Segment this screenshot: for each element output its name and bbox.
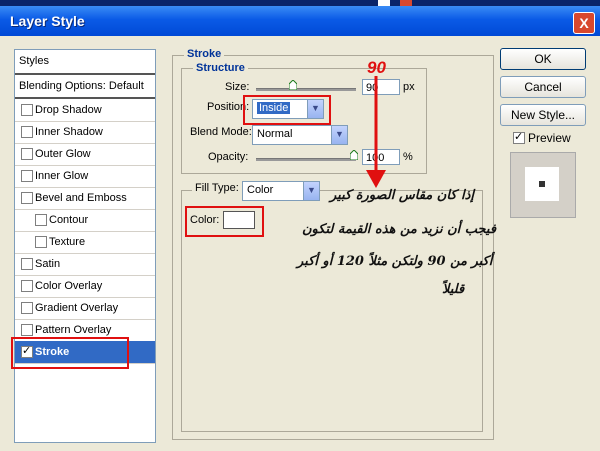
style-item-label: Gradient Overlay bbox=[35, 302, 119, 314]
close-button[interactable]: X bbox=[573, 12, 595, 34]
checkbox[interactable] bbox=[35, 236, 47, 248]
fill-type-select[interactable]: Color ▼ bbox=[242, 181, 320, 201]
size-slider-track[interactable] bbox=[256, 88, 356, 91]
annotation-box-color bbox=[185, 206, 264, 237]
styles-header-label: Styles bbox=[19, 55, 49, 67]
styles-list: Styles Blending Options: Default Drop Sh… bbox=[14, 49, 156, 443]
checkbox[interactable] bbox=[21, 302, 33, 314]
window-title: Layer Style bbox=[10, 13, 85, 29]
annotation-line-4: قليلاً bbox=[442, 282, 465, 297]
chevron-down-icon[interactable]: ▼ bbox=[331, 126, 347, 144]
style-item-label: Outer Glow bbox=[35, 148, 91, 160]
annotation-box-stroke bbox=[11, 337, 129, 369]
blending-options-label: Blending Options: Default bbox=[19, 80, 144, 92]
fill-type-value: Color bbox=[247, 184, 274, 196]
ok-button[interactable]: OK bbox=[500, 48, 586, 70]
blend-mode-label: Blend Mode: bbox=[190, 126, 252, 138]
blending-options[interactable]: Blending Options: Default bbox=[15, 75, 155, 99]
checkbox[interactable] bbox=[21, 280, 33, 292]
checkbox[interactable] bbox=[35, 214, 47, 226]
preview-sample-center bbox=[539, 181, 545, 187]
style-item-inner-glow[interactable]: Inner Glow bbox=[15, 165, 155, 188]
opacity-slider-thumb[interactable] bbox=[350, 150, 358, 160]
annotation-arrow-icon bbox=[366, 76, 386, 188]
checkbox[interactable] bbox=[21, 170, 33, 182]
annotation-number: 90 bbox=[367, 58, 386, 77]
annotation-box-position bbox=[243, 95, 331, 125]
style-item-texture[interactable]: Texture bbox=[15, 231, 155, 254]
fill-type-label: Fill Type: bbox=[192, 182, 242, 194]
checkbox[interactable] bbox=[21, 126, 33, 138]
style-item-outer-glow[interactable]: Outer Glow bbox=[15, 143, 155, 166]
styles-header[interactable]: Styles bbox=[15, 50, 155, 75]
style-item-label: Drop Shadow bbox=[35, 104, 102, 116]
style-item-label: Texture bbox=[49, 236, 86, 248]
size-unit: px bbox=[403, 81, 415, 93]
style-item-label: Inner Glow bbox=[35, 170, 89, 182]
style-item-label: Satin bbox=[35, 258, 61, 270]
blend-mode-select[interactable]: Normal ▼ bbox=[252, 125, 348, 145]
chevron-down-icon[interactable]: ▼ bbox=[303, 182, 319, 200]
style-item-label: Inner Shadow bbox=[35, 126, 103, 138]
new-style-button[interactable]: New Style... bbox=[500, 104, 586, 126]
style-item-contour[interactable]: Contour bbox=[15, 209, 155, 232]
style-item-drop-shadow[interactable]: Drop Shadow bbox=[15, 99, 155, 122]
style-item-label: Bevel and Emboss bbox=[35, 192, 127, 204]
stroke-group-title: Stroke bbox=[184, 48, 225, 60]
style-item-label: Color Overlay bbox=[35, 280, 103, 292]
checkbox[interactable] bbox=[21, 104, 33, 116]
checkbox[interactable] bbox=[21, 148, 33, 160]
preview-checkbox[interactable] bbox=[513, 130, 525, 144]
style-item-label: Pattern Overlay bbox=[35, 324, 112, 336]
opacity-slider-track[interactable] bbox=[256, 158, 356, 161]
style-item-color-overlay[interactable]: Color Overlay bbox=[15, 275, 155, 298]
style-item-bevel-emboss[interactable]: Bevel and Emboss bbox=[15, 187, 155, 210]
size-slider-thumb[interactable] bbox=[289, 80, 297, 90]
annotation-line-2: فيجب أن نزيد من هذه القيمة لتكون bbox=[302, 222, 497, 237]
style-item-satin[interactable]: Satin bbox=[15, 253, 155, 276]
preview-label: Preview bbox=[528, 131, 571, 145]
title-bar bbox=[0, 6, 600, 36]
size-label: Size: bbox=[225, 81, 250, 93]
blend-mode-value: Normal bbox=[257, 128, 293, 140]
checkbox[interactable] bbox=[21, 192, 33, 204]
checkbox[interactable] bbox=[21, 324, 33, 336]
preview-box bbox=[510, 152, 576, 218]
annotation-line-1: إذا كان مقاس الصورة كبير bbox=[330, 188, 475, 203]
opacity-unit: % bbox=[403, 151, 413, 163]
cancel-button[interactable]: Cancel bbox=[500, 76, 586, 98]
annotation-line-3: أكبر من 90 ولتكن مثلاً 120 أو أكبر bbox=[297, 254, 493, 269]
opacity-label: Opacity: bbox=[208, 151, 249, 163]
style-item-inner-shadow[interactable]: Inner Shadow bbox=[15, 121, 155, 144]
checkbox[interactable] bbox=[21, 258, 33, 270]
structure-group-title: Structure bbox=[193, 62, 248, 74]
style-item-label: Contour bbox=[49, 214, 89, 226]
style-item-gradient-overlay[interactable]: Gradient Overlay bbox=[15, 297, 155, 320]
